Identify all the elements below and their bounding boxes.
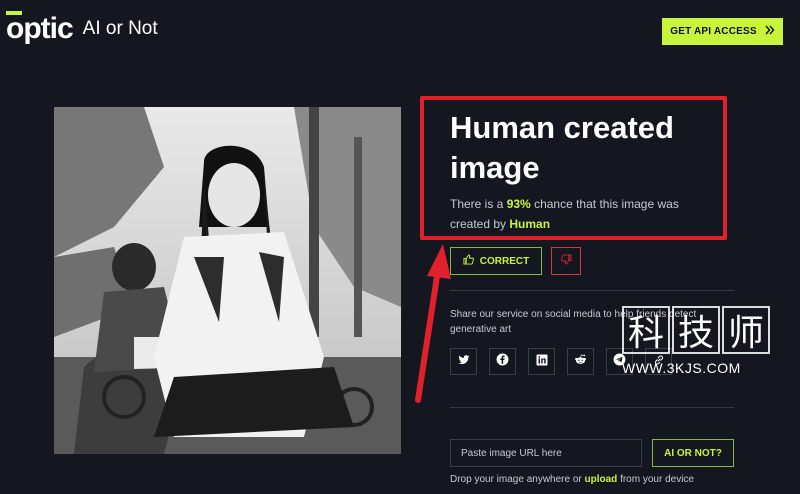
divider bbox=[450, 407, 734, 408]
drop-suffix: from your device bbox=[617, 474, 694, 485]
correct-button[interactable]: CORRECT bbox=[450, 247, 542, 275]
logo-accent-bar bbox=[6, 11, 22, 15]
thumbs-up-icon bbox=[463, 254, 474, 268]
get-api-access-button[interactable]: GET API ACCESS bbox=[662, 18, 783, 45]
reddit-share-button[interactable] bbox=[567, 348, 594, 375]
analyzed-image bbox=[54, 107, 401, 454]
source-label: Human bbox=[509, 217, 551, 231]
api-button-label: GET API ACCESS bbox=[670, 26, 757, 37]
watermark: 科 技 师 WWW.3KJS.COM bbox=[622, 306, 782, 384]
watermark-char: 技 bbox=[672, 306, 720, 354]
twitter-share-button[interactable] bbox=[450, 348, 477, 375]
drop-prefix: Drop your image anywhere or bbox=[450, 474, 585, 485]
twitter-icon bbox=[458, 353, 470, 371]
watermark-char: 科 bbox=[622, 306, 670, 354]
incorrect-button[interactable] bbox=[551, 247, 581, 275]
drop-instructions: Drop your image anywhere or upload from … bbox=[450, 474, 694, 485]
linkedin-icon bbox=[536, 353, 548, 371]
desc-prefix: There is a bbox=[450, 197, 507, 211]
upload-link[interactable]: upload bbox=[585, 474, 618, 485]
image-url-input[interactable] bbox=[450, 439, 642, 467]
ai-or-not-button[interactable]: AI OR NOT? bbox=[652, 439, 734, 467]
correct-label: CORRECT bbox=[479, 255, 530, 267]
reddit-icon bbox=[574, 353, 587, 371]
logo[interactable]: optic AI or Not bbox=[6, 11, 158, 45]
divider bbox=[450, 290, 734, 291]
confidence-percent: 93% bbox=[506, 197, 531, 211]
facebook-share-button[interactable] bbox=[489, 348, 516, 375]
thumbs-down-icon bbox=[560, 252, 572, 270]
watermark-url: WWW.3KJS.COM bbox=[622, 360, 741, 376]
product-name: AI or Not bbox=[82, 18, 158, 39]
facebook-icon bbox=[496, 353, 509, 371]
logo-text: optic bbox=[6, 12, 74, 45]
double-chevron-right-icon bbox=[765, 25, 775, 38]
linkedin-share-button[interactable] bbox=[528, 348, 555, 375]
watermark-chars: 科 技 师 bbox=[622, 306, 782, 354]
result-title: Human created image bbox=[450, 110, 674, 185]
result-description: There is a 93% chance that this image wa… bbox=[450, 194, 720, 234]
watermark-char: 师 bbox=[722, 306, 770, 354]
